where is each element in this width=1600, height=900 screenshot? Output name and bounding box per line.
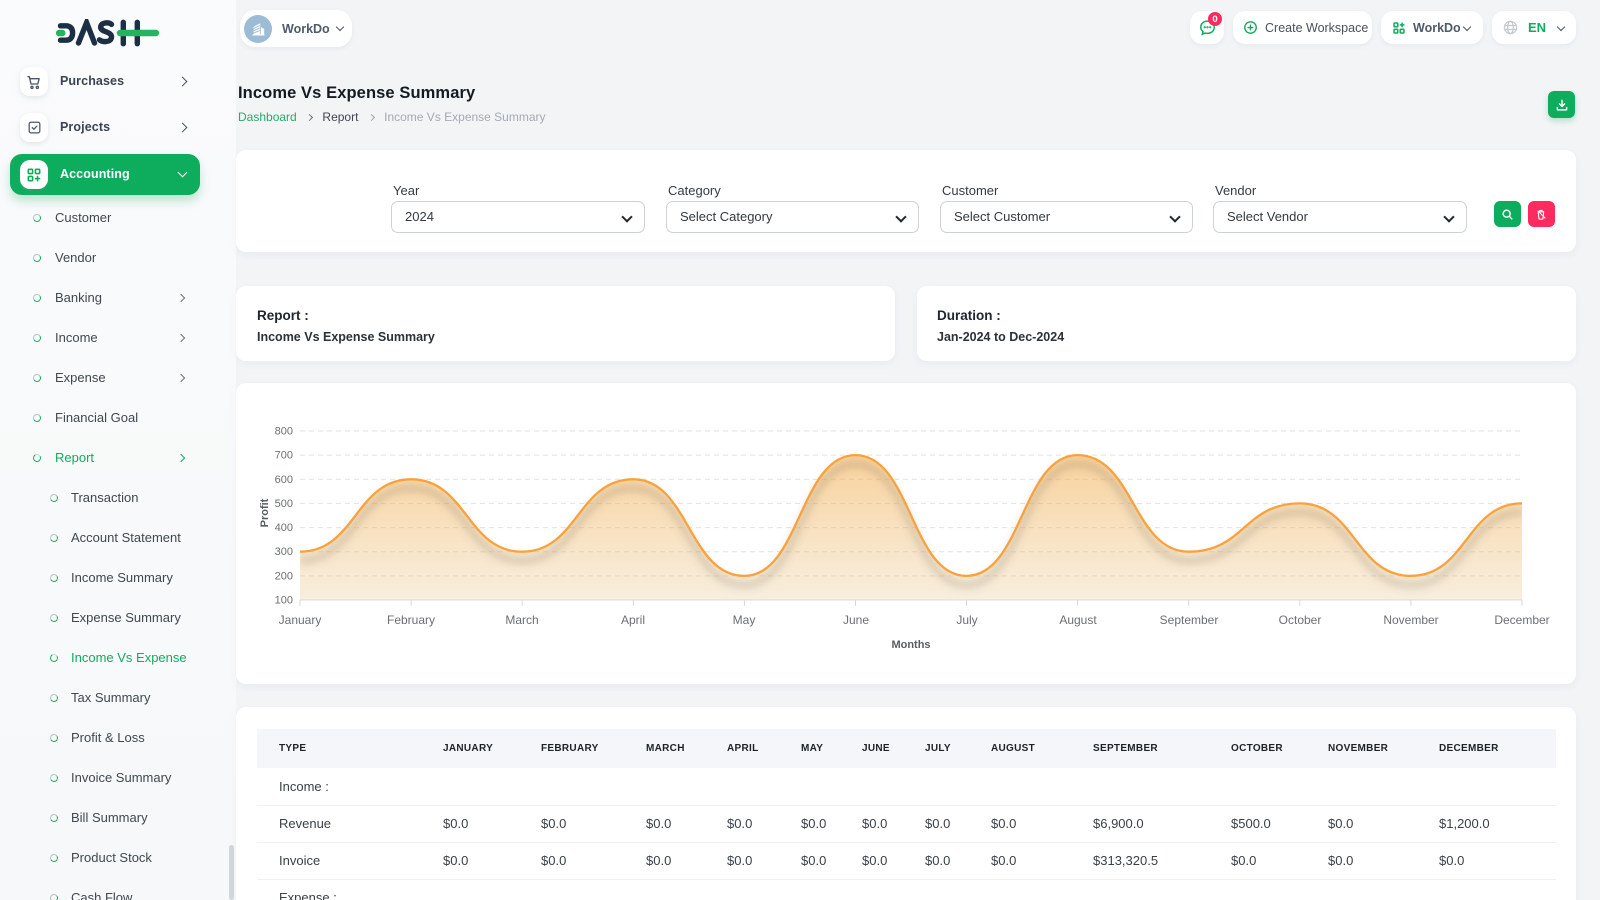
svg-text:300: 300: [275, 546, 293, 558]
svg-text:June: June: [843, 613, 869, 627]
svg-text:700: 700: [275, 450, 293, 462]
svg-text:January: January: [279, 613, 322, 627]
svg-text:July: July: [956, 613, 977, 627]
svg-text:December: December: [1494, 613, 1549, 627]
svg-text:March: March: [505, 613, 538, 627]
svg-text:September: September: [1160, 613, 1219, 627]
svg-text:November: November: [1383, 613, 1438, 627]
svg-text:August: August: [1059, 613, 1097, 627]
svg-text:May: May: [733, 613, 756, 627]
svg-text:200: 200: [275, 570, 293, 582]
svg-text:February: February: [387, 613, 435, 627]
svg-text:500: 500: [275, 498, 293, 510]
svg-text:800: 800: [275, 426, 293, 438]
svg-text:October: October: [1279, 613, 1322, 627]
svg-text:100: 100: [275, 595, 293, 607]
svg-text:600: 600: [275, 474, 293, 486]
svg-text:April: April: [621, 613, 645, 627]
svg-text:Months: Months: [891, 639, 930, 651]
svg-text:400: 400: [275, 522, 293, 534]
svg-text:Profit: Profit: [259, 498, 271, 527]
